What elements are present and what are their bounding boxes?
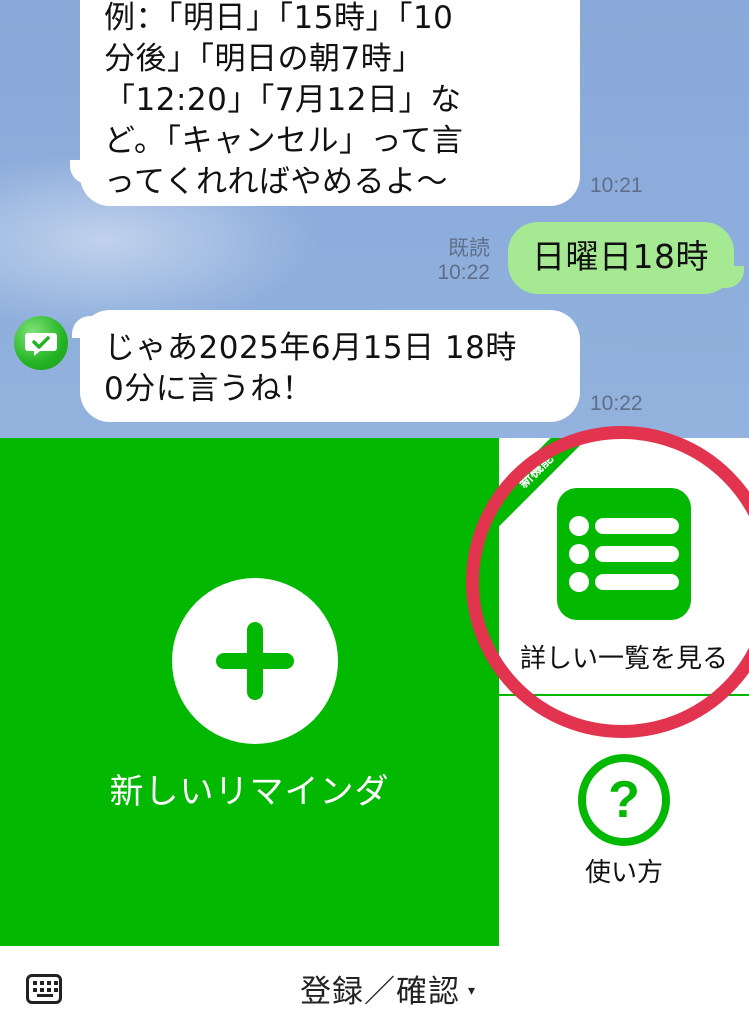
new-reminder-label: 新しいリマインダ (109, 772, 390, 812)
rich-menu-toggle-label: 登録／確認 (300, 973, 460, 1010)
rich-menu-toggle[interactable]: 登録／確認 ▾ (300, 968, 476, 1010)
message-timestamp: 10:22 (590, 392, 643, 415)
check-icon (25, 333, 57, 356)
list-icon (557, 488, 691, 620)
plus-icon (172, 578, 338, 744)
new-reminder-button[interactable]: 新しいリマインダ (0, 438, 499, 946)
help-label: 使い方 (584, 858, 663, 888)
reminder-list-label: 詳しい一覧を見る (519, 644, 728, 674)
bot-message-bubble[interactable]: じゃあ2025年6月15日 18時 0分に言うね！ (80, 310, 580, 422)
bot-message-bubble[interactable]: 例：「明日」「15時」「10 分後」「明日の朝7時」 「12:20」「7月12日… (80, 0, 580, 206)
chevron-down-icon: ▾ (468, 983, 476, 999)
message-timestamp: 10:21 (590, 174, 643, 197)
keyboard-icon[interactable] (26, 974, 62, 1004)
bottom-bar: 登録／確認 ▾ (0, 946, 749, 1024)
rich-menu: 新しいリマインダ 新機能 詳しい一覧を見る ? 使い方 (0, 438, 749, 946)
chat-area: 例：「明日」「15時」「10 分後」「明日の朝7時」 「12:20」「7月12日… (0, 0, 749, 438)
bot-avatar[interactable] (14, 316, 68, 370)
reminder-list-button[interactable]: 新機能 詳しい一覧を見る (499, 438, 749, 696)
read-receipt: 既読 (448, 237, 490, 260)
user-message-bubble[interactable]: 日曜日18時 (508, 222, 734, 294)
message-timestamp: 10:22 (437, 261, 490, 284)
help-button[interactable]: ? 使い方 (499, 696, 749, 946)
question-icon: ? (578, 754, 670, 846)
